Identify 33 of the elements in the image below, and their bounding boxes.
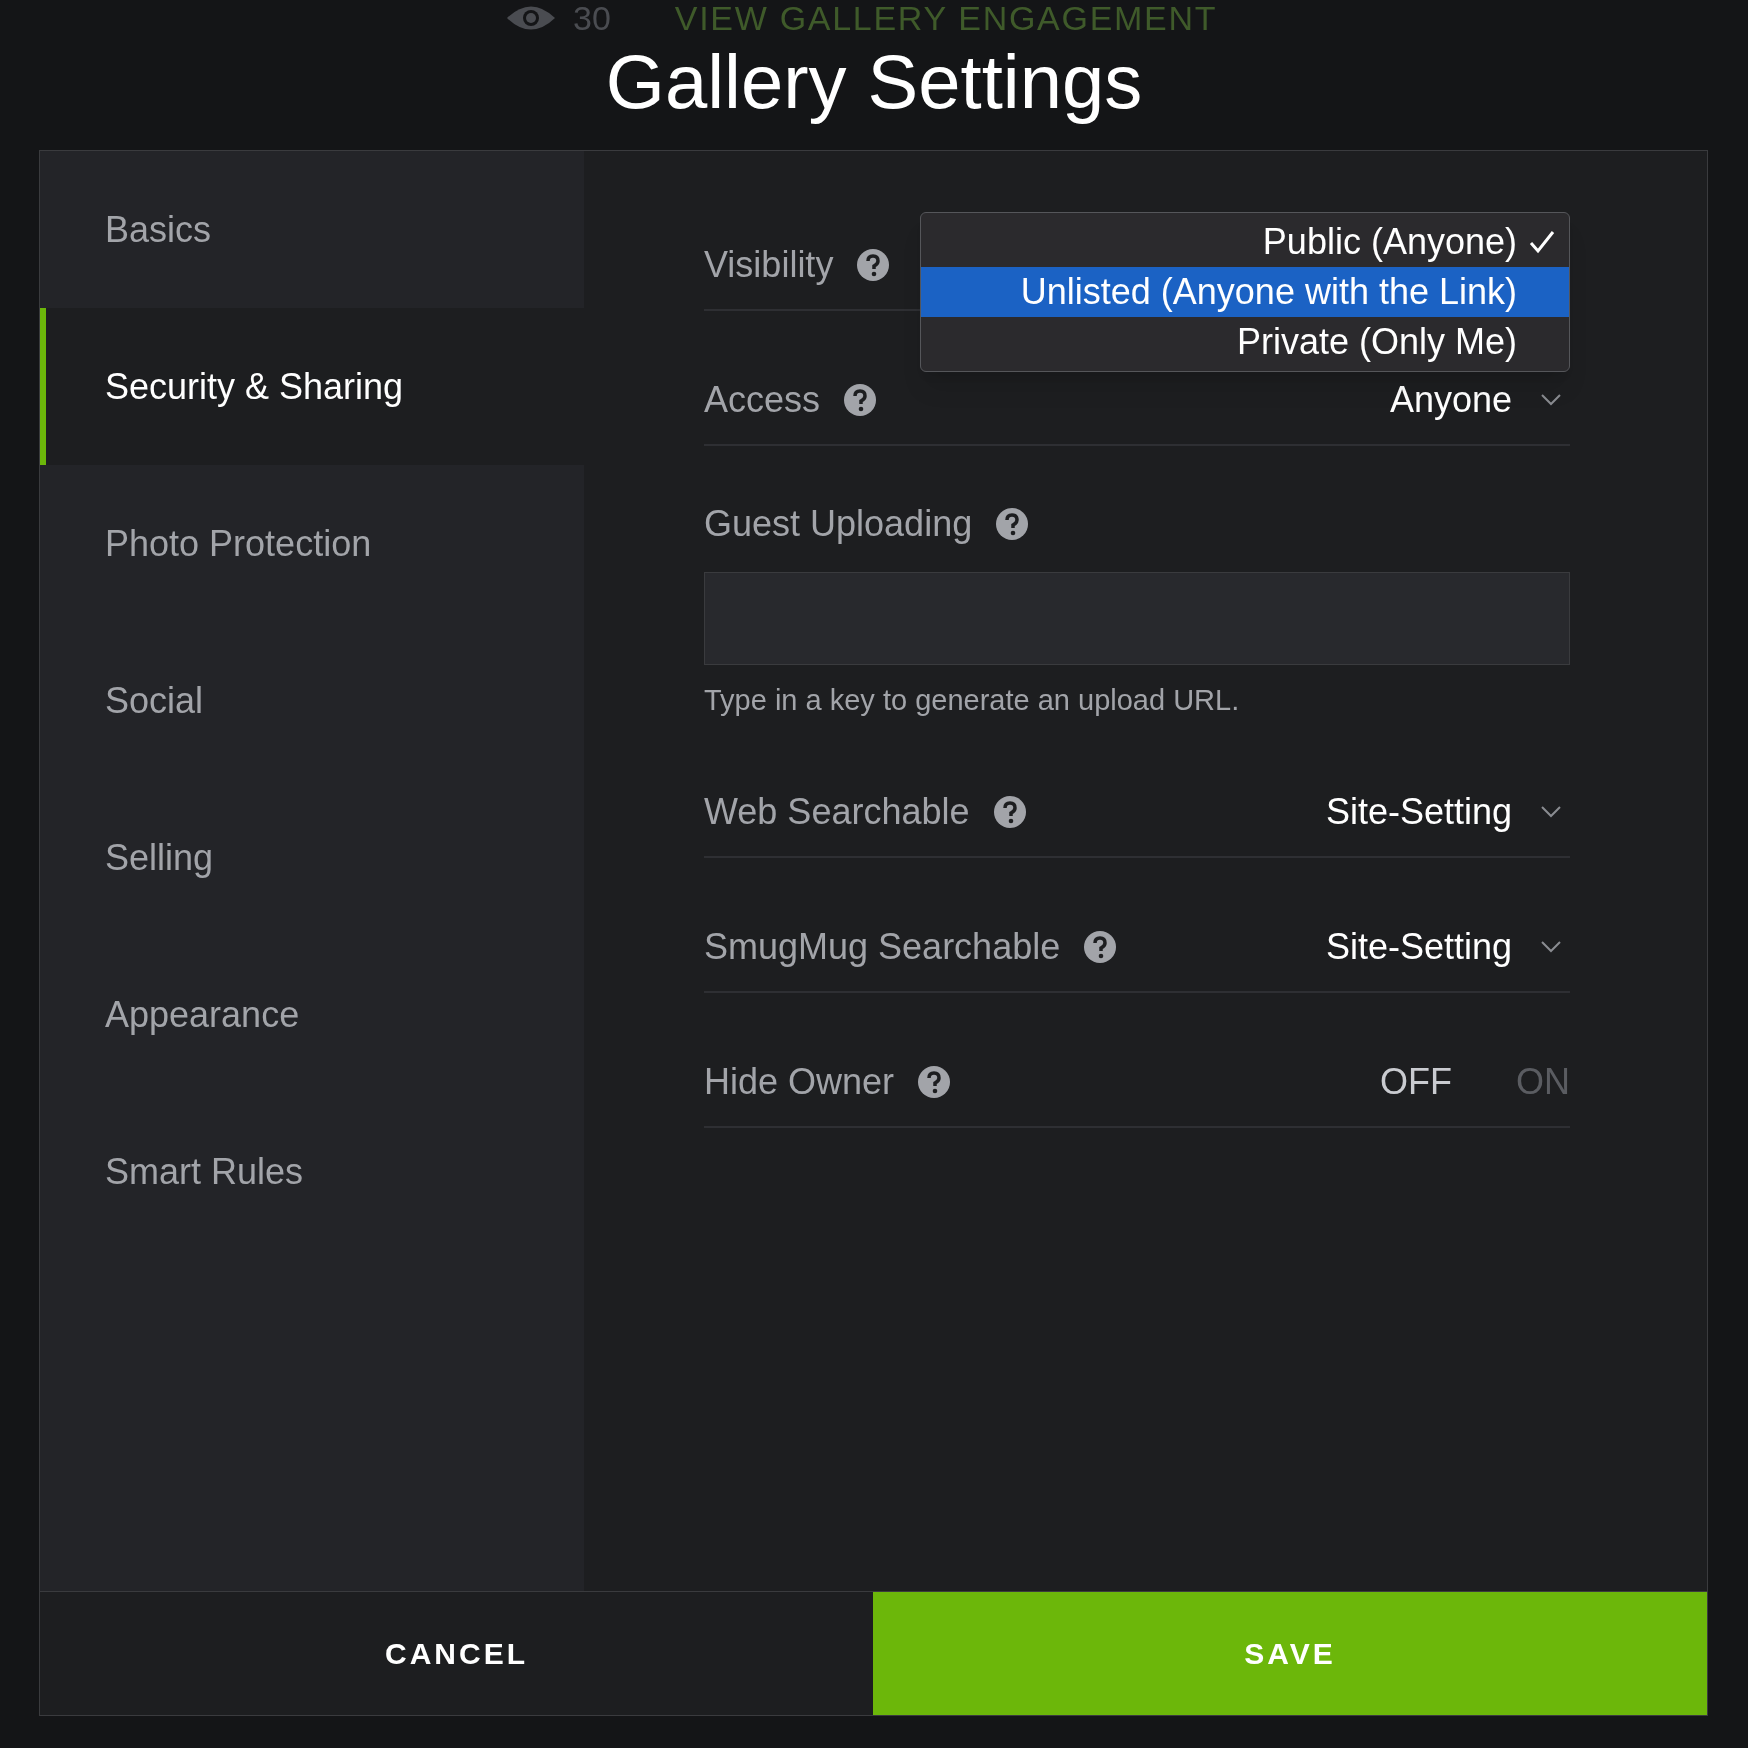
sidebar-tab[interactable]: Security & Sharing	[40, 308, 584, 465]
setting-label: Hide Owner	[704, 1059, 895, 1104]
chevron-down-icon	[1540, 804, 1562, 819]
sidebar-tab[interactable]: Basics	[40, 151, 584, 308]
help-icon[interactable]	[993, 795, 1026, 828]
dropdown-option[interactable]: Public (Anyone)	[921, 217, 1569, 267]
checkmark-icon	[1529, 229, 1555, 255]
help-icon[interactable]	[857, 249, 890, 281]
help-icon[interactable]	[1084, 930, 1117, 963]
on-off-toggle[interactable]: OFF ON	[1380, 1054, 1570, 1109]
select-dropdown[interactable]: Site-Setting	[1325, 784, 1570, 839]
dropdown-option[interactable]: Unlisted (Anyone with the Link)	[921, 267, 1569, 317]
sidebar-tab[interactable]: Photo Protection	[40, 465, 584, 622]
chevron-down-icon	[1540, 939, 1562, 954]
dropdown-option[interactable]: Private (Only Me)	[921, 317, 1569, 367]
key-input-field[interactable]	[704, 572, 1570, 665]
helper-text: Type in a key to generate an upload URL.	[704, 683, 1241, 718]
setting-label: Web Searchable	[704, 789, 970, 834]
help-icon[interactable]	[918, 1065, 951, 1098]
sidebar-tab[interactable]: Smart Rules	[40, 1093, 584, 1250]
select-dropdown[interactable]: Anyone	[1389, 373, 1570, 427]
setting-label: SmugMug Searchable	[704, 924, 1061, 969]
sidebar-tab[interactable]: Social	[40, 622, 584, 779]
view-count: 30	[573, 0, 611, 39]
chevron-down-icon	[1540, 393, 1562, 407]
setting-label: Visibility	[704, 243, 834, 287]
setting-label: Guest Uploading	[704, 502, 973, 546]
setting-label: Access	[704, 378, 821, 422]
sidebar-tab[interactable]: Appearance	[40, 936, 584, 1093]
help-icon[interactable]	[996, 508, 1029, 540]
help-icon[interactable]	[844, 384, 877, 416]
select-dropdown[interactable]: Site-Setting	[1325, 919, 1570, 974]
sidebar-tab[interactable]: Selling	[40, 779, 584, 936]
